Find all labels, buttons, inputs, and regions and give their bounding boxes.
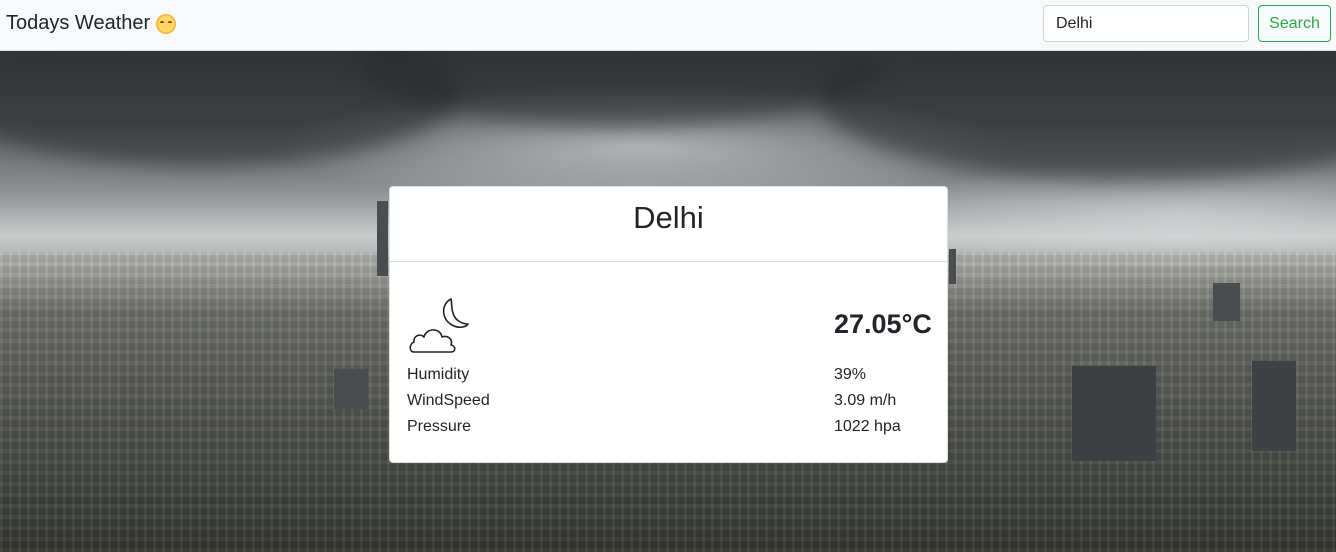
brand-title[interactable]: Todays Weather: [6, 12, 150, 35]
humidity-label: Humidity: [407, 366, 470, 383]
search-input[interactable]: [1043, 5, 1249, 42]
weather-card: Delhi 27.05°C Humidity 39% WindSpeed 3.0…: [389, 186, 948, 463]
search-button[interactable]: Search: [1258, 5, 1331, 42]
navbar: Todays Weather Search: [0, 0, 1336, 51]
windspeed-value: 3.09 m/h: [834, 392, 897, 409]
brand[interactable]: Todays Weather: [6, 12, 177, 35]
temperature: 27.05°C: [834, 309, 932, 339]
windspeed-label: WindSpeed: [407, 392, 490, 409]
city-name: Delhi: [633, 200, 704, 235]
moon-cloud-icon: [409, 298, 469, 353]
card-header: Delhi: [390, 187, 947, 262]
pressure-value: 1022 hpa: [834, 418, 901, 435]
smiling-sun-emoji-icon: [156, 13, 177, 34]
humidity-value: 39%: [834, 366, 867, 383]
pressure-label: Pressure: [407, 418, 472, 435]
